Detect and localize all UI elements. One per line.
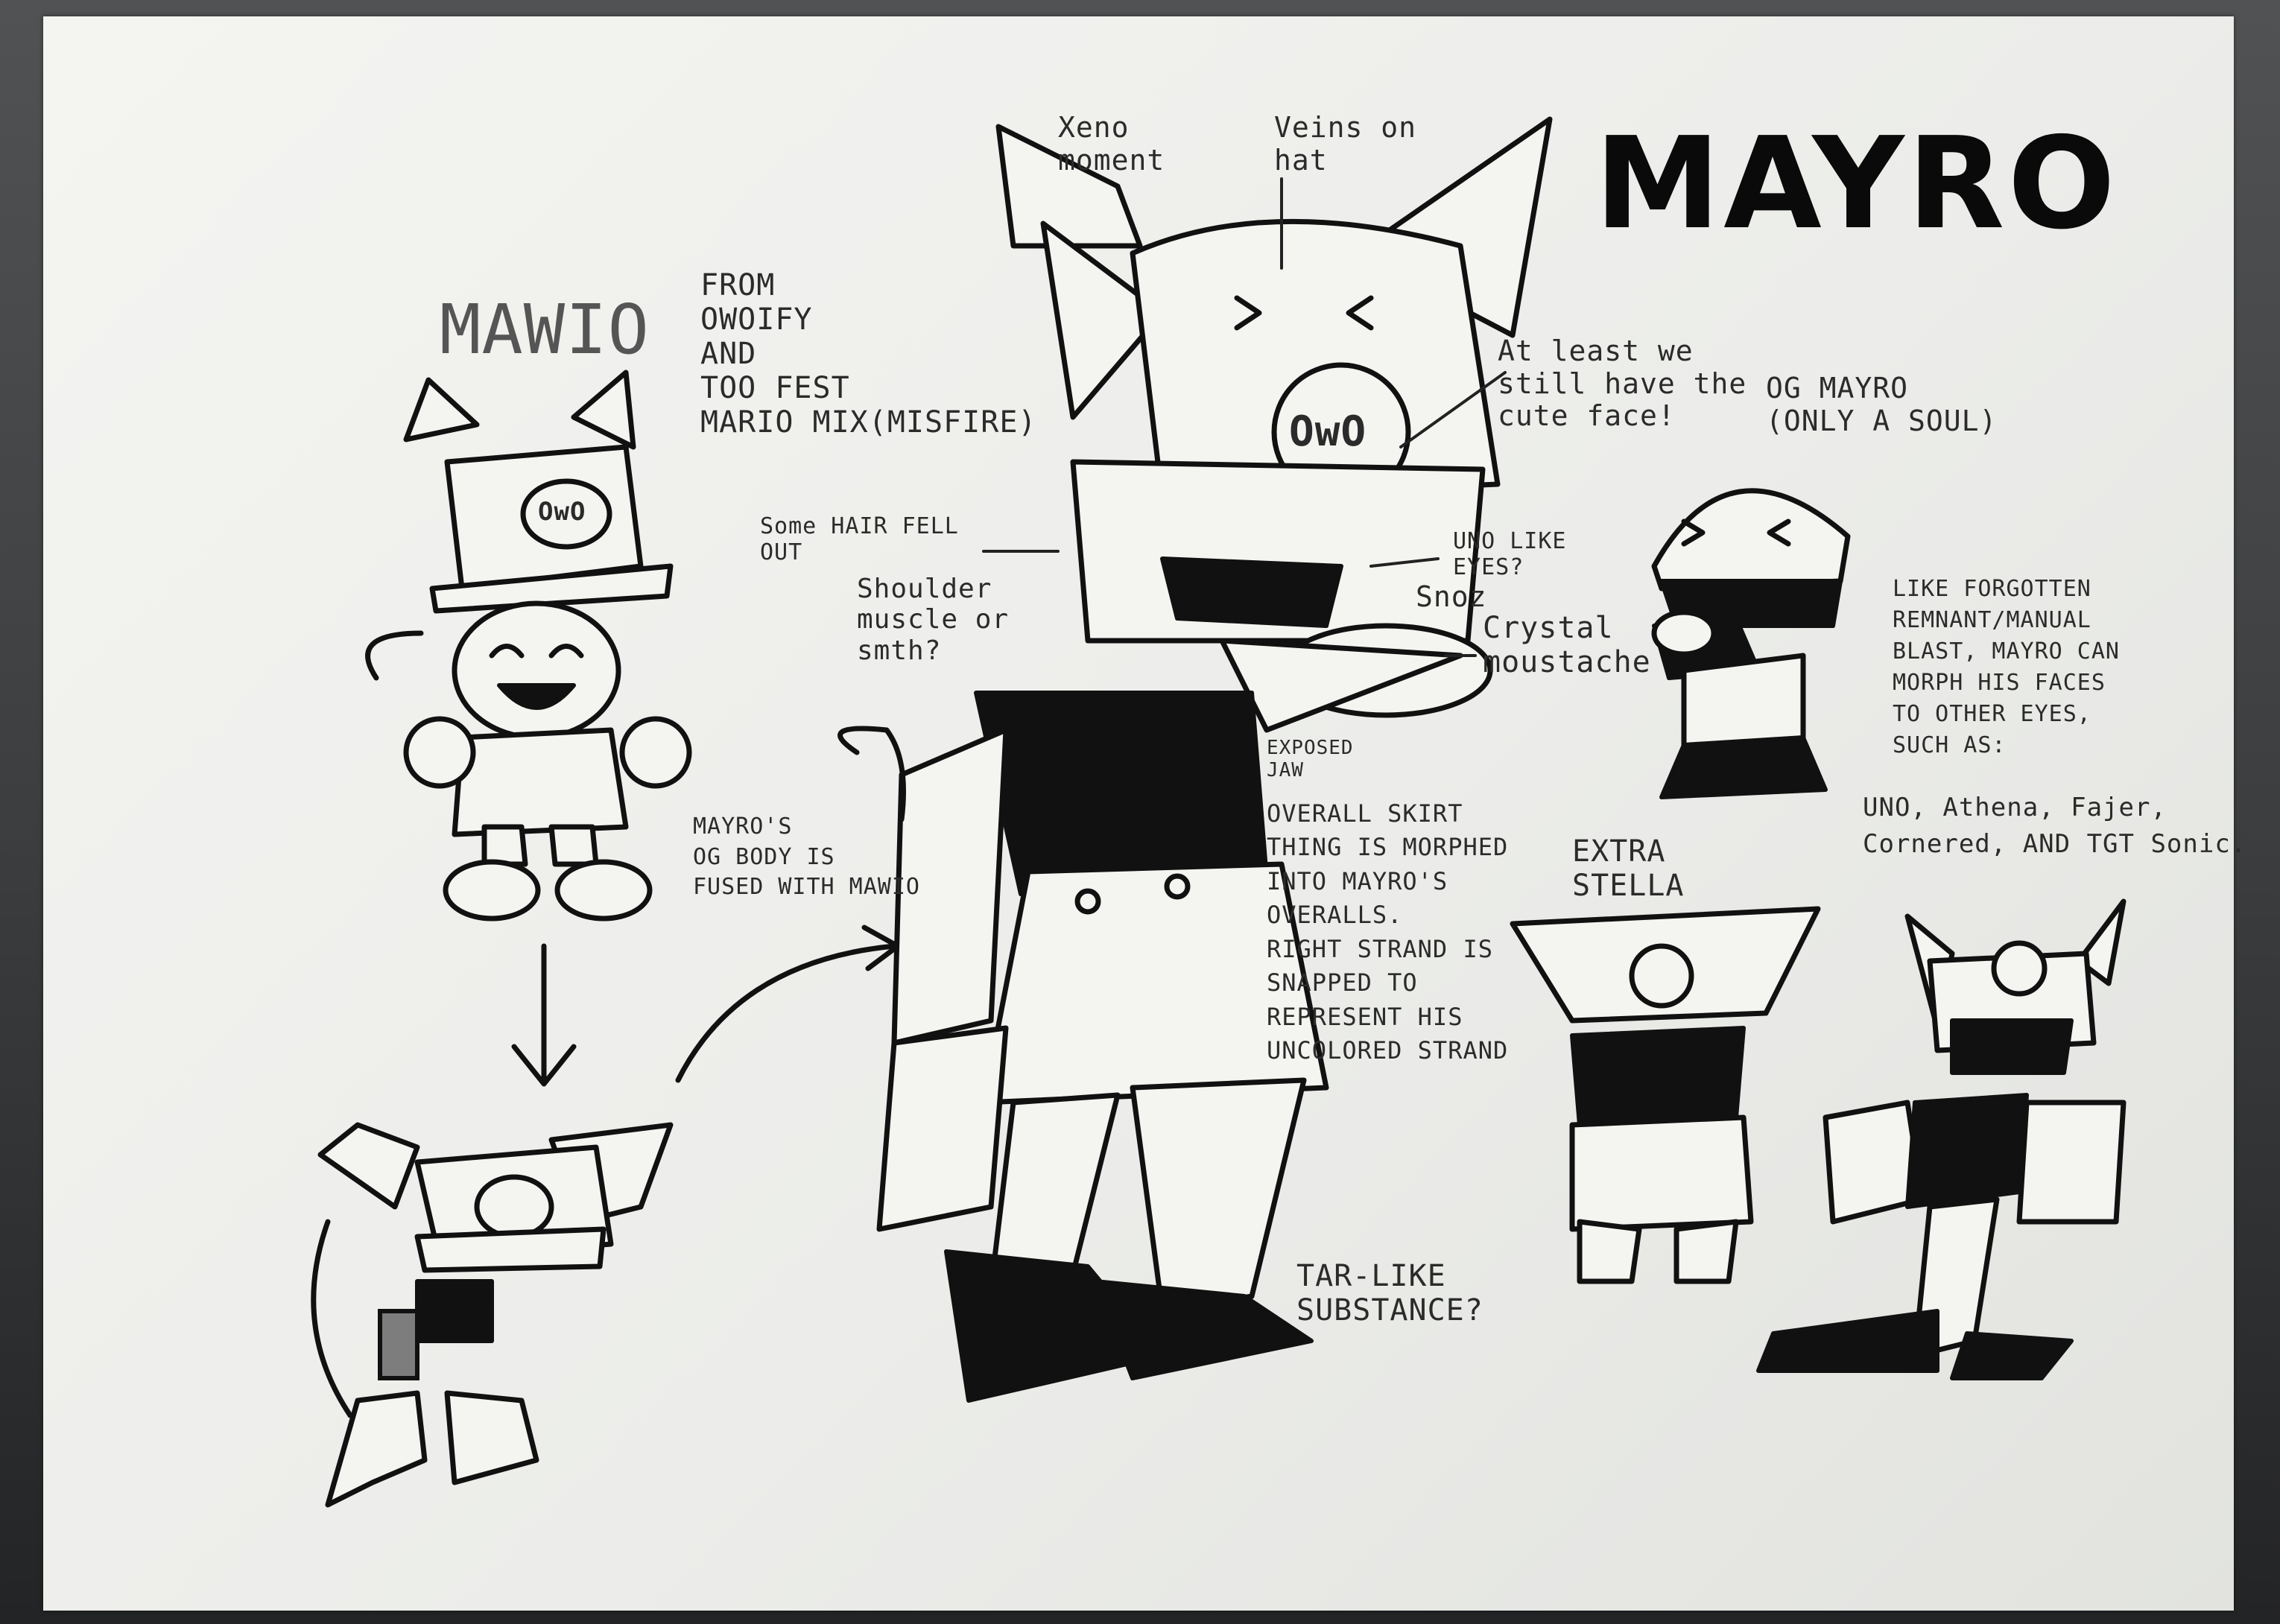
note-forgotten-remnant: LIKE FORGOTTEN REMNANT/MANUAL BLAST, MAY… <box>1893 576 2120 758</box>
note-extra-stella: EXTRA STELLA <box>1572 834 1685 903</box>
note-veins: Veins on hat <box>1274 111 1417 177</box>
note-og-mayro: OG MAYRO (ONLY A SOUL) <box>1766 372 1998 437</box>
mayro-alt-figure <box>1756 898 2127 1380</box>
mawio-source-note: FROM OWOIFY AND TOO FEST MARIO MIX(MISFI… <box>700 268 1037 440</box>
note-og-body: MAYRO'S OG BODY IS FUSED WITH MAWIO <box>693 813 920 900</box>
mawio-heading: MAWIO <box>440 290 650 369</box>
note-cute-face: At least we still have the cute face! <box>1498 334 1747 433</box>
mayro-hat-face: OwO <box>1289 407 1367 456</box>
og-mayro-figure <box>1651 488 1851 799</box>
extra-stella-figure <box>1510 906 1821 1284</box>
note-face-examples: UNO, Athena, Fajer, Cornered, AND TGT So… <box>1863 793 2247 860</box>
mawio-figure <box>365 369 692 922</box>
note-hair: Some HAIR FELL OUT <box>760 513 959 565</box>
mawio-hat-face: OwO <box>538 497 586 527</box>
note-snoz: Snoz <box>1416 580 1487 613</box>
note-exposed-jaw: EXPOSED JAW <box>1267 737 1354 781</box>
note-xeno: Xeno moment <box>1058 111 1165 177</box>
mawio-transforming-figure <box>311 1122 674 1508</box>
transformation-arrows <box>511 924 901 1087</box>
note-uno-eyes: UNO LIKE EYES? <box>1453 528 1567 580</box>
note-shoulder: Shoulder muscle or smth? <box>857 574 1010 666</box>
note-crystal-moustache: Crystal moustache <box>1483 611 1651 679</box>
sheet-title: MAYRO <box>1595 110 2118 258</box>
note-overall-skirt: OVERALL SKIRT THING IS MORPHED INTO MAYR… <box>1267 799 1509 1065</box>
note-tar: TAR-LIKE SUBSTANCE? <box>1296 1259 1483 1328</box>
